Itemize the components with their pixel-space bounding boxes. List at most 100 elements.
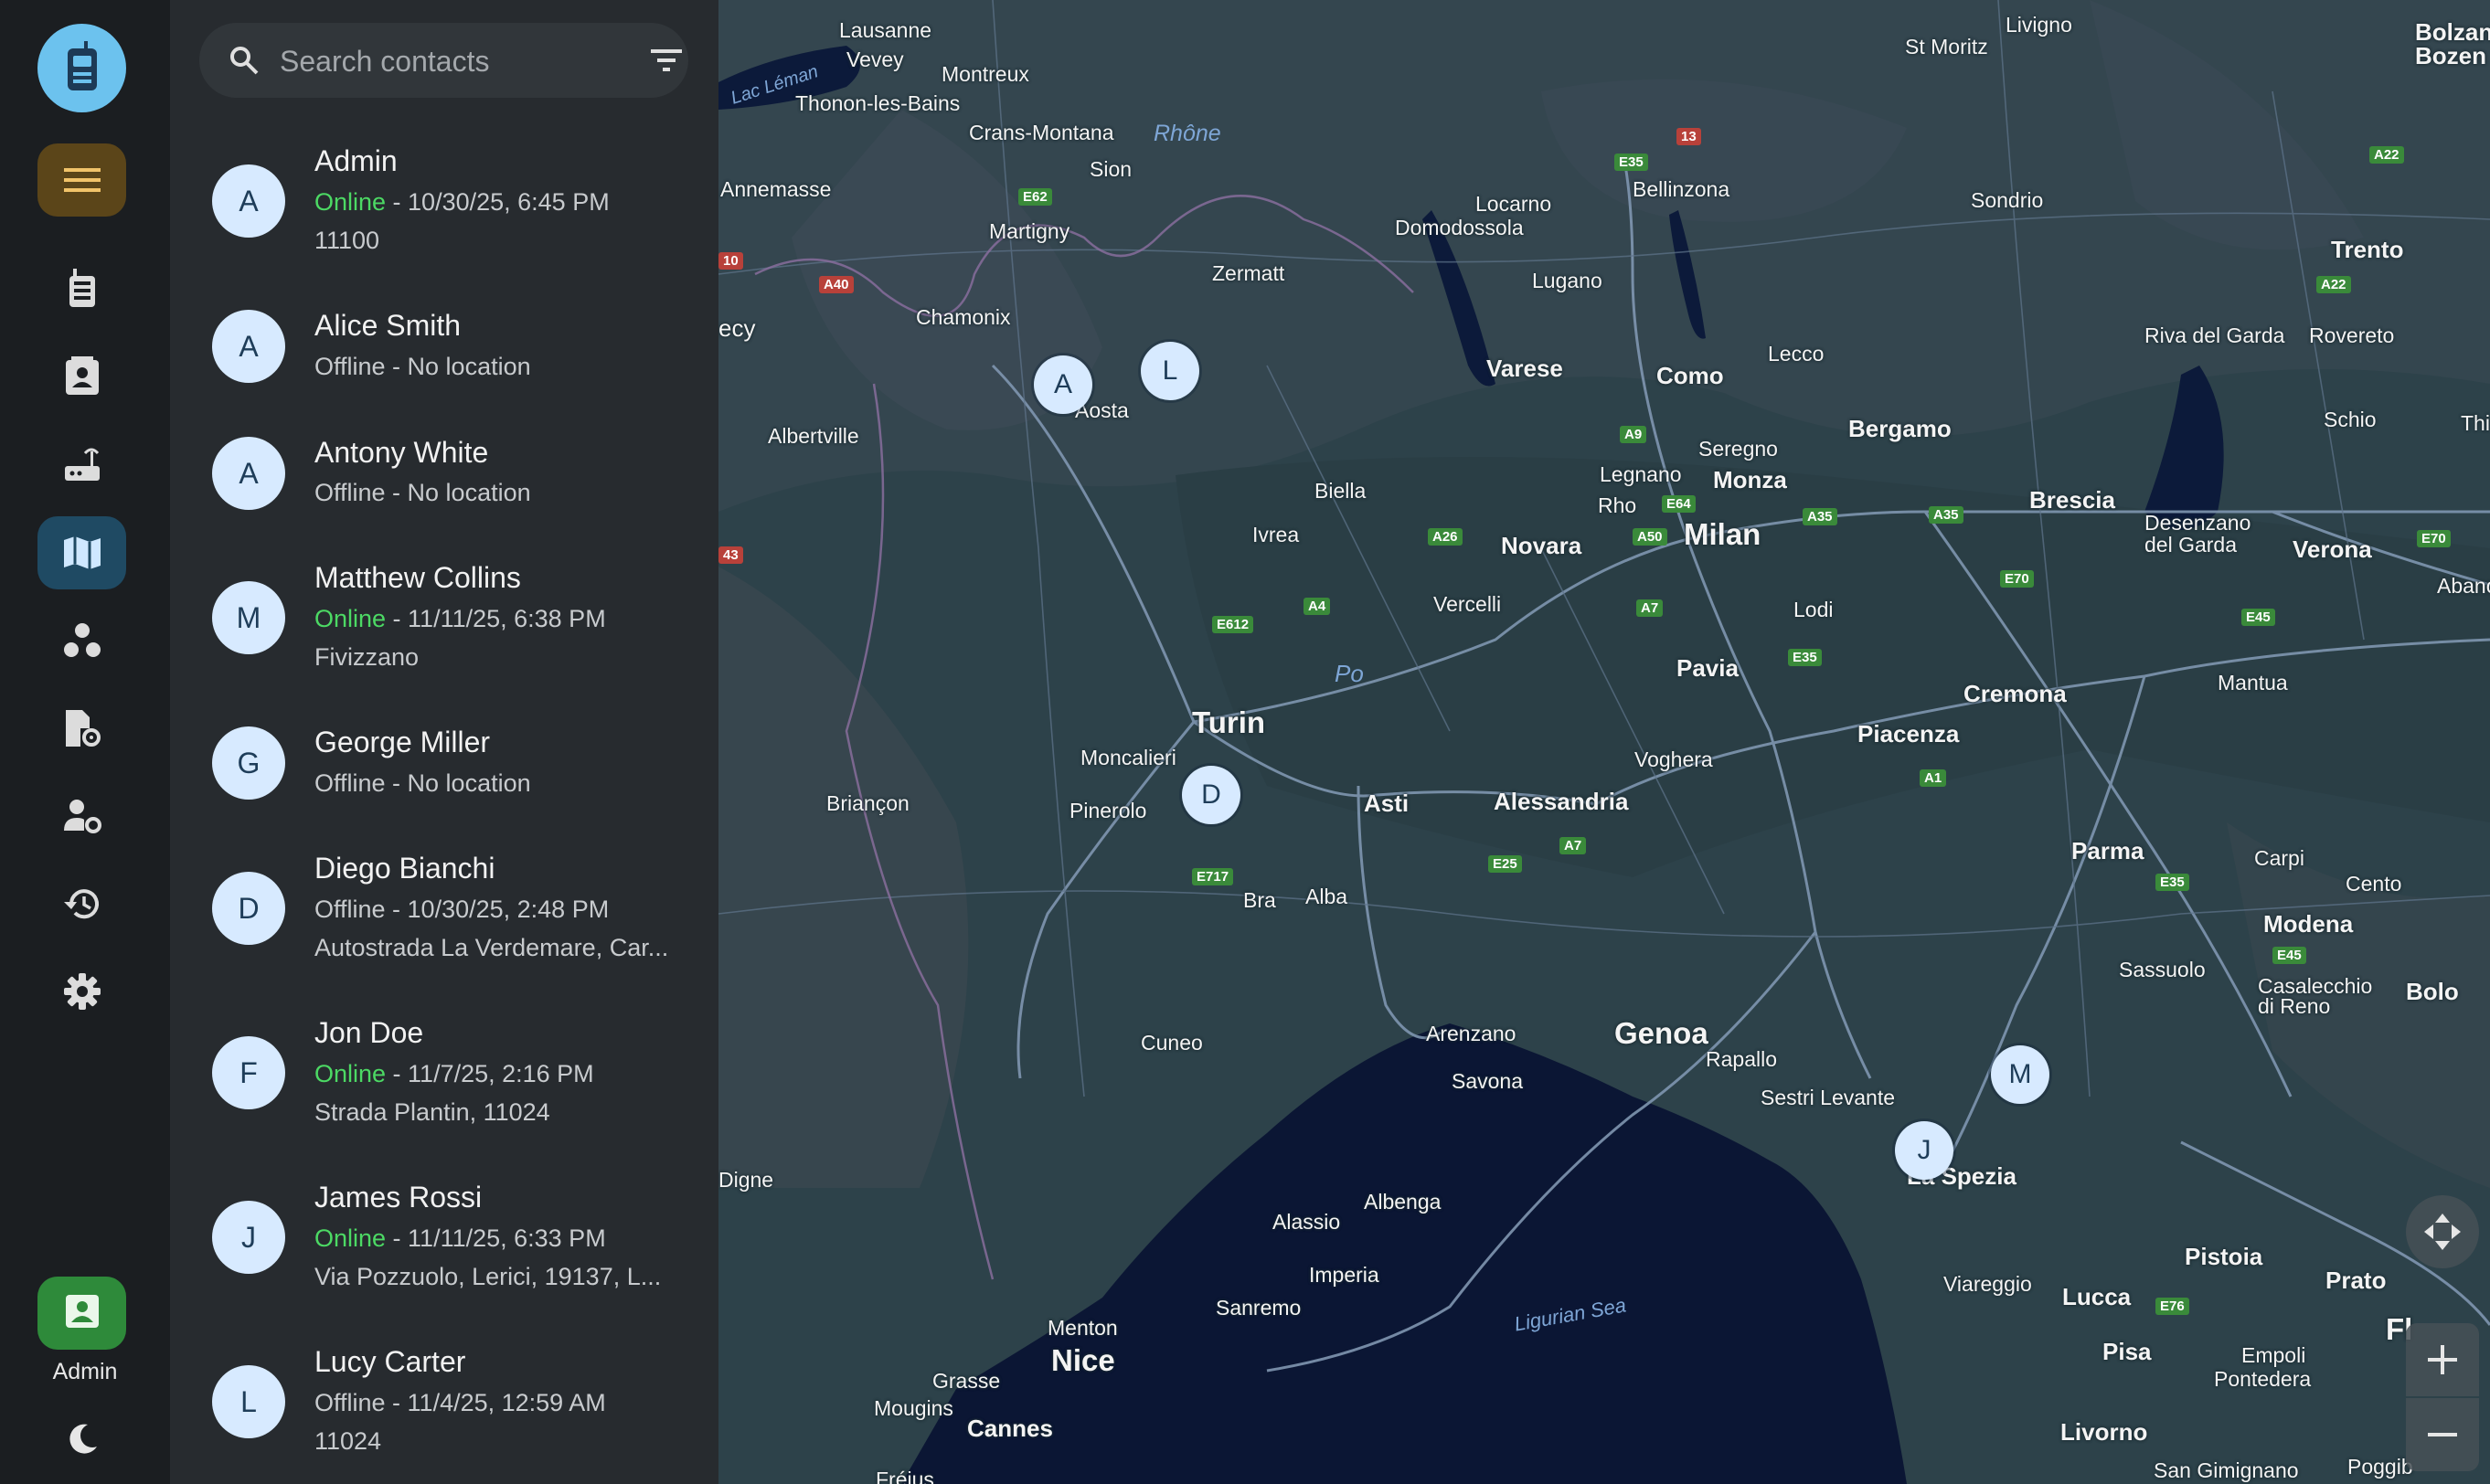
map-marker[interactable]: J <box>1895 1121 1953 1180</box>
moon-icon[interactable] <box>37 1403 126 1476</box>
map-marker[interactable]: A <box>1034 355 1092 414</box>
status-offline: Offline <box>314 353 386 380</box>
map-label: Zermatt <box>1212 261 1285 285</box>
recenter-icon[interactable] <box>2406 1195 2479 1268</box>
contact-name: Antony White <box>314 436 489 469</box>
map-label: Thi <box>2461 411 2490 435</box>
map-label: Casalecchio di Reno <box>2258 974 2373 1018</box>
map-label: Como <box>1656 362 1724 389</box>
road-shield: 10 <box>718 252 743 270</box>
road-shield: E70 <box>2000 570 2034 588</box>
router-icon[interactable] <box>37 428 126 501</box>
map-label: Monza <box>1713 466 1787 493</box>
contact-name: Lucy Carter <box>314 1345 466 1378</box>
map-view[interactable]: Lausanne Vevey Montreux Lac Léman Thonon… <box>718 0 2490 1484</box>
map-label: Montreux <box>942 62 1029 86</box>
map-label: Asti <box>1364 790 1410 817</box>
contact-item[interactable]: D Diego Bianchi Offline - 10/30/25, 2:48… <box>170 835 718 991</box>
map-label: Albertville <box>768 424 859 448</box>
map-label: ecy <box>718 314 756 342</box>
contact-item[interactable]: L Lucy Carter Offline - 11/4/25, 12:59 A… <box>170 1329 718 1484</box>
map-label: Lodi <box>1793 598 1834 621</box>
map-label: Chamonix <box>916 305 1011 329</box>
menu-icon[interactable] <box>37 143 126 217</box>
map-label: Cento <box>2346 872 2402 896</box>
plus-icon[interactable] <box>2406 1323 2479 1396</box>
status-offline: Offline <box>314 896 386 923</box>
road-shield: E70 <box>2417 530 2451 547</box>
map-label: Schio <box>2324 408 2377 431</box>
contact-item[interactable]: F Jon Doe Online - 11/7/25, 2:16 PM Stra… <box>170 1000 718 1155</box>
map-marker[interactable]: M <box>1991 1045 2049 1104</box>
avatar: G <box>212 726 285 800</box>
map-label: Piacenza <box>1857 720 1960 747</box>
contact-name: George Miller <box>314 726 491 758</box>
map-label: Cremona <box>1963 680 2067 707</box>
contacts-book-icon[interactable] <box>37 340 126 413</box>
road-shield: A7 <box>1559 837 1587 854</box>
map-label: Empoli <box>2241 1343 2306 1367</box>
status-online: Online <box>314 1224 387 1252</box>
map-label: Cuneo <box>1141 1031 1203 1055</box>
minus-icon[interactable] <box>2406 1398 2479 1471</box>
radio-icon[interactable] <box>37 252 126 325</box>
user-settings-icon[interactable] <box>37 779 126 853</box>
avatar: F <box>212 1036 285 1109</box>
map-label: Riva del Garda <box>2144 323 2285 347</box>
contact-location: 11100 <box>314 227 380 254</box>
road-shield: A26 <box>1428 528 1463 546</box>
map-label: Desenzano del Garda <box>2144 511 2251 556</box>
status-time: - 11/11/25, 6:33 PM <box>386 1224 606 1252</box>
status-time: - No location <box>385 769 531 797</box>
road-shield: 13 <box>1676 128 1701 145</box>
map-label: Martigny <box>989 219 1070 243</box>
avatar: A <box>212 164 285 238</box>
map-label: Bolo <box>2406 978 2459 1005</box>
profile-label: Admin <box>52 1359 118 1384</box>
map-label: Mougins <box>874 1396 953 1420</box>
map-marker[interactable]: L <box>1141 342 1199 400</box>
history-icon[interactable] <box>37 867 126 940</box>
road-shield: E612 <box>1212 616 1254 633</box>
status-time: - No location <box>385 479 531 506</box>
map-label: Legnano <box>1600 462 1682 486</box>
contact-name: Matthew Collins <box>314 561 521 594</box>
road-shield: E76 <box>2155 1298 2189 1315</box>
map-label: Rovereto <box>2309 323 2395 347</box>
search-input[interactable] <box>278 37 620 85</box>
contact-location: Autostrada La Verdemare, Car... <box>314 934 669 961</box>
map-label: Nice <box>1051 1343 1115 1377</box>
map-label: Poggib <box>2347 1455 2413 1479</box>
map-label: Rho <box>1598 493 1637 517</box>
map-label: Prato <box>2325 1267 2387 1294</box>
map-label: Lugano <box>1532 269 1602 292</box>
map-label: Milan <box>1684 517 1761 551</box>
road-shield: A4 <box>1304 598 1331 615</box>
contact-status: Online - 11/11/25, 6:38 PM <box>314 605 606 633</box>
map-icon[interactable] <box>37 516 126 589</box>
map-label: San Gimignano <box>2154 1458 2299 1482</box>
road-shield: A22 <box>2369 146 2404 164</box>
map-label: Sassuolo <box>2119 958 2206 981</box>
road-shield: E45 <box>2241 609 2275 626</box>
map-label: Mantua <box>2218 671 2288 694</box>
device-settings-icon[interactable] <box>37 692 126 765</box>
map-label: Abano <box>2437 574 2490 598</box>
contact-item[interactable]: M Matthew Collins Online - 11/11/25, 6:3… <box>170 545 718 700</box>
map-label: Imperia <box>1309 1263 1379 1287</box>
settings-icon[interactable] <box>37 955 126 1028</box>
walkie-talkie-icon[interactable] <box>37 24 126 112</box>
map-label: Sanremo <box>1216 1296 1302 1320</box>
map-marker[interactable]: D <box>1182 766 1240 824</box>
map-label: Sion <box>1090 157 1133 181</box>
contact-item[interactable]: A Admin Online - 10/30/25, 6:45 PM 11100 <box>170 128 718 283</box>
map-label: Lecco <box>1768 342 1825 366</box>
profile-button[interactable] <box>37 1277 126 1350</box>
road-shield: E35 <box>2155 874 2189 891</box>
contact-item[interactable]: J James Rossi Online - 11/11/25, 6:33 PM… <box>170 1164 718 1320</box>
avatar: D <box>212 872 285 945</box>
groups-icon[interactable] <box>37 604 126 677</box>
map-label: Po <box>1335 660 1364 687</box>
map-label: Alassio <box>1272 1210 1341 1234</box>
filter-icon[interactable] <box>651 47 682 79</box>
